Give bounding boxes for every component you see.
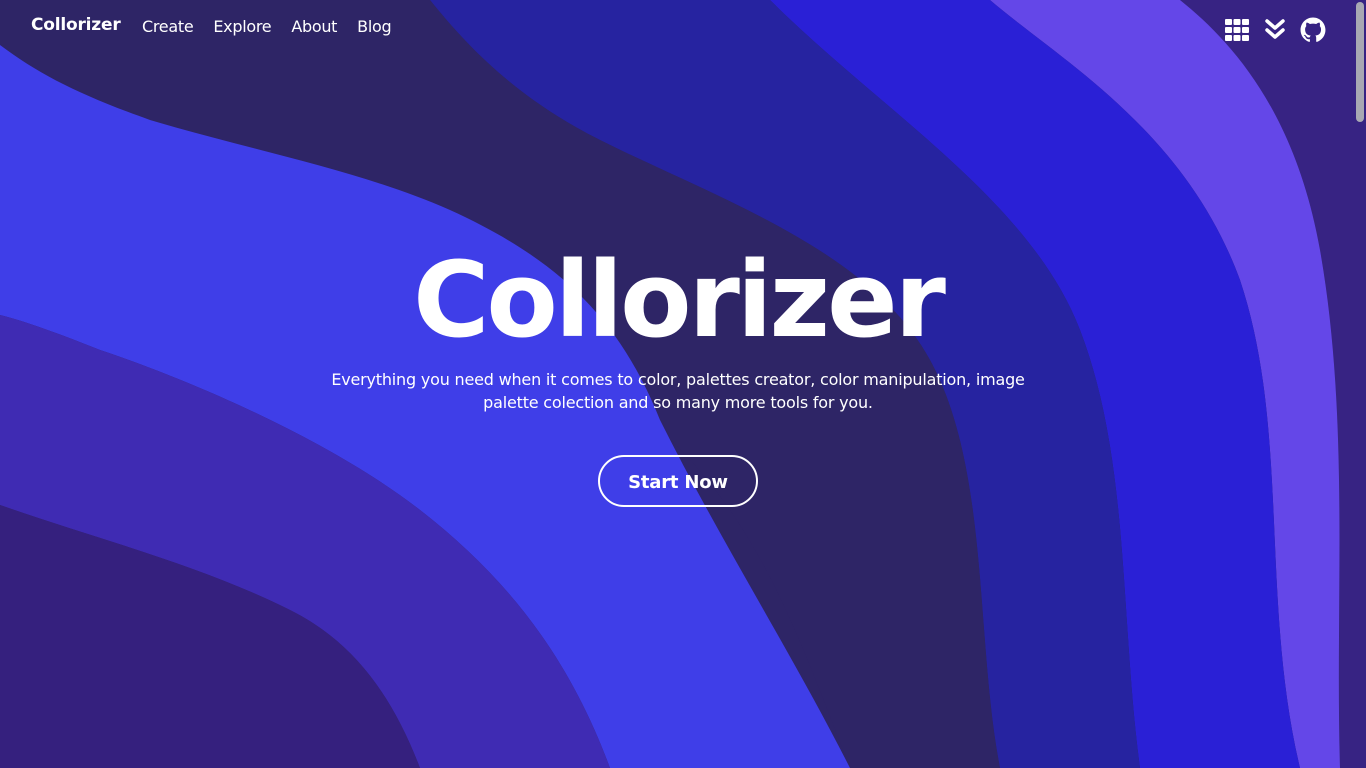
github-icon[interactable] [1300, 17, 1326, 43]
brand-logo[interactable]: Collorizer [31, 15, 121, 35]
nav-link-about[interactable]: About [291, 17, 337, 36]
top-navbar: Collorizer Create Explore About Blog [0, 0, 1366, 56]
start-now-button[interactable]: Start Now [598, 455, 758, 507]
scrollbar-thumb[interactable] [1356, 2, 1364, 122]
scrollbar[interactable] [1354, 0, 1366, 768]
nav-link-create[interactable]: Create [142, 17, 194, 36]
hero-title: Collorizer [413, 239, 946, 361]
nav-link-explore[interactable]: Explore [213, 17, 271, 36]
double-chevron-down-icon[interactable] [1262, 17, 1288, 43]
grid-icon[interactable] [1224, 17, 1250, 43]
hero-subtitle: Everything you need when it comes to col… [331, 370, 1025, 412]
nav-link-blog[interactable]: Blog [357, 17, 391, 36]
nav-links: Create Explore About Blog [142, 17, 411, 36]
hero-section: Collorizer Everything you need when it c… [0, 240, 1356, 507]
landing-page: Collorizer Create Explore About Blog Col… [0, 0, 1366, 768]
nav-icons [1224, 17, 1326, 43]
